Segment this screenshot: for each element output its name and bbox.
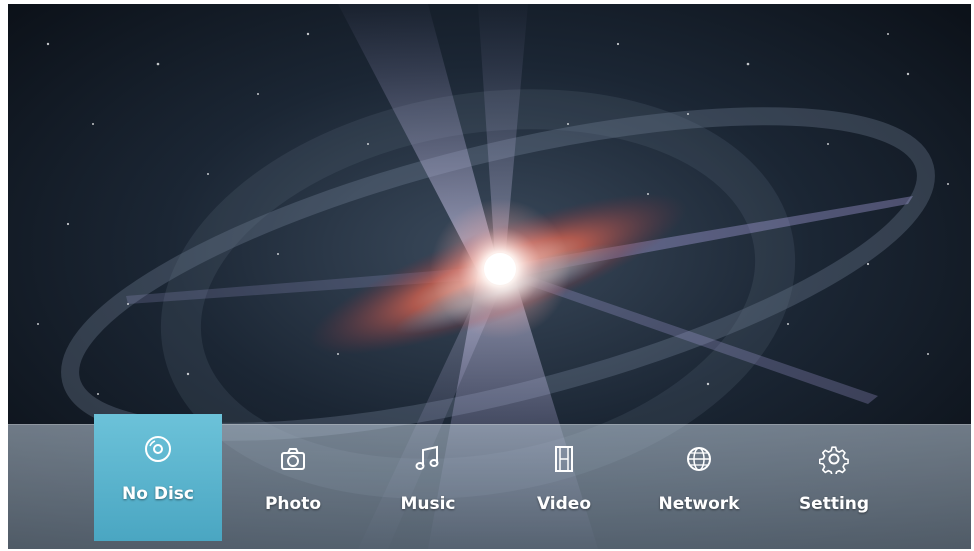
menu-label: Network (658, 494, 740, 514)
menu-label: Music (400, 494, 456, 514)
menu-item-setting[interactable]: Setting (770, 424, 898, 549)
menu-item-network[interactable]: Network (635, 424, 763, 549)
globe-icon (687, 447, 711, 471)
home-screen: No Disc Photo Music Video Network Settin… (8, 4, 971, 549)
menu-label: Video (536, 494, 592, 514)
menu-label: Setting (798, 494, 870, 514)
music-note-icon (415, 445, 439, 470)
menu-item-photo[interactable]: Photo (229, 424, 357, 549)
gear-icon (819, 446, 849, 474)
film-icon (555, 446, 573, 472)
menu-label: No Disc (122, 484, 194, 504)
menu-item-video[interactable]: Video (500, 424, 628, 549)
menu-item-music[interactable]: Music (364, 424, 492, 549)
menu-item-no-disc[interactable]: No Disc (94, 414, 222, 541)
camera-icon (281, 448, 305, 470)
menu-label: Photo (264, 494, 322, 514)
disc-icon (145, 436, 171, 462)
